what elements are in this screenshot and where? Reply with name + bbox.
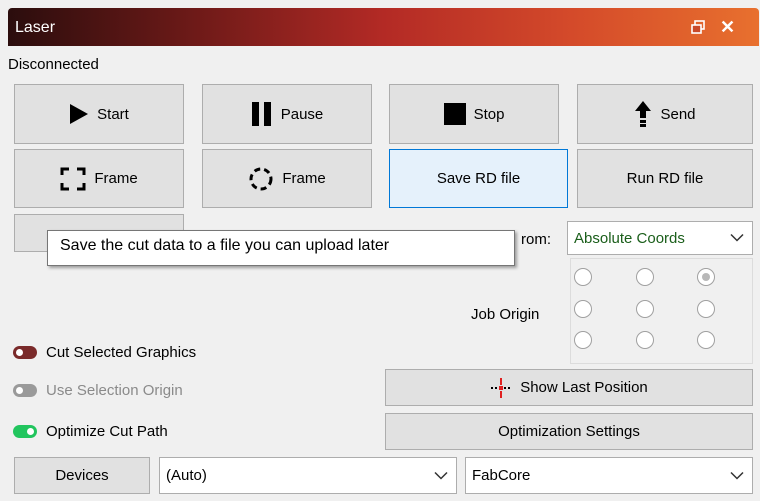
chevron-down-icon	[730, 233, 744, 242]
run-rd-label: Run RD file	[626, 170, 704, 187]
devices-label: Devices	[55, 467, 109, 484]
connection-status: Disconnected	[8, 56, 99, 73]
origin-bottom-center-radio[interactable]	[636, 331, 654, 349]
frame-rect-button[interactable]: Frame	[14, 149, 184, 208]
origin-bottom-left-radio[interactable]	[574, 331, 592, 349]
port-value: (Auto)	[166, 467, 207, 484]
send-label: Send	[660, 105, 696, 123]
origin-center-radio[interactable]	[636, 300, 654, 318]
optimize-cut-path-toggle[interactable]	[13, 425, 37, 438]
use-selection-origin-label: Use Selection Origin	[46, 382, 183, 399]
crosshair-icon	[491, 377, 512, 398]
job-origin-grid	[570, 258, 753, 364]
show-last-position-button[interactable]: Show Last Position	[385, 369, 753, 406]
show-last-position-label: Show Last Position	[520, 379, 648, 396]
cut-selected-graphics-toggle[interactable]	[13, 346, 37, 359]
save-rd-label: Save RD file	[436, 170, 521, 187]
save-rd-file-button[interactable]: Save RD file	[389, 149, 568, 208]
pause-button[interactable]: Pause	[202, 84, 372, 144]
origin-top-right-radio[interactable]	[697, 268, 715, 286]
close-icon[interactable]: ✕	[720, 17, 735, 38]
stop-button[interactable]: Stop	[389, 84, 559, 144]
pause-label: Pause	[280, 105, 324, 123]
start-label: Start	[97, 105, 129, 123]
upload-arrow-icon	[635, 101, 652, 127]
start-from-dropdown[interactable]: Absolute Coords	[567, 221, 753, 255]
origin-bottom-right-radio[interactable]	[697, 331, 715, 349]
frame-circle-label: Frame	[282, 170, 326, 187]
chevron-down-icon	[730, 471, 744, 480]
tooltip: Save the cut data to a file you can uplo…	[47, 230, 515, 266]
optimization-settings-label: Optimization Settings	[498, 423, 640, 440]
device-dropdown[interactable]: FabCore	[465, 457, 753, 494]
window-title: Laser	[15, 19, 56, 36]
run-rd-file-button[interactable]: Run RD file	[577, 149, 753, 208]
device-value: FabCore	[472, 467, 531, 484]
frame-rect-label: Frame	[94, 170, 138, 187]
origin-middle-left-radio[interactable]	[574, 300, 592, 318]
port-dropdown[interactable]: (Auto)	[159, 457, 457, 494]
window-titlebar[interactable]: Laser ✕	[8, 8, 759, 46]
use-selection-origin-toggle[interactable]	[13, 384, 37, 397]
job-origin-label: Job Origin	[471, 306, 540, 323]
play-icon	[70, 104, 89, 124]
frame-circle-button[interactable]: Frame	[202, 149, 372, 208]
stop-label: Stop	[473, 105, 505, 123]
send-button[interactable]: Send	[577, 84, 753, 144]
frame-circle-icon	[249, 167, 273, 190]
float-window-icon[interactable]	[690, 19, 706, 35]
frame-rectangle-icon	[60, 167, 86, 190]
origin-middle-right-radio[interactable]	[697, 300, 715, 318]
devices-button[interactable]: Devices	[14, 457, 150, 494]
stop-icon	[443, 103, 466, 125]
start-button[interactable]: Start	[14, 84, 184, 144]
chevron-down-icon	[434, 471, 448, 480]
cut-selected-graphics-label: Cut Selected Graphics	[46, 344, 197, 361]
start-from-label: rom:	[521, 231, 551, 248]
optimization-settings-button[interactable]: Optimization Settings	[385, 413, 753, 450]
pause-icon	[251, 102, 271, 126]
start-from-value: Absolute Coords	[574, 229, 685, 247]
optimize-cut-path-label: Optimize Cut Path	[46, 423, 168, 440]
origin-top-left-radio[interactable]	[574, 268, 592, 286]
origin-top-center-radio[interactable]	[636, 268, 654, 286]
